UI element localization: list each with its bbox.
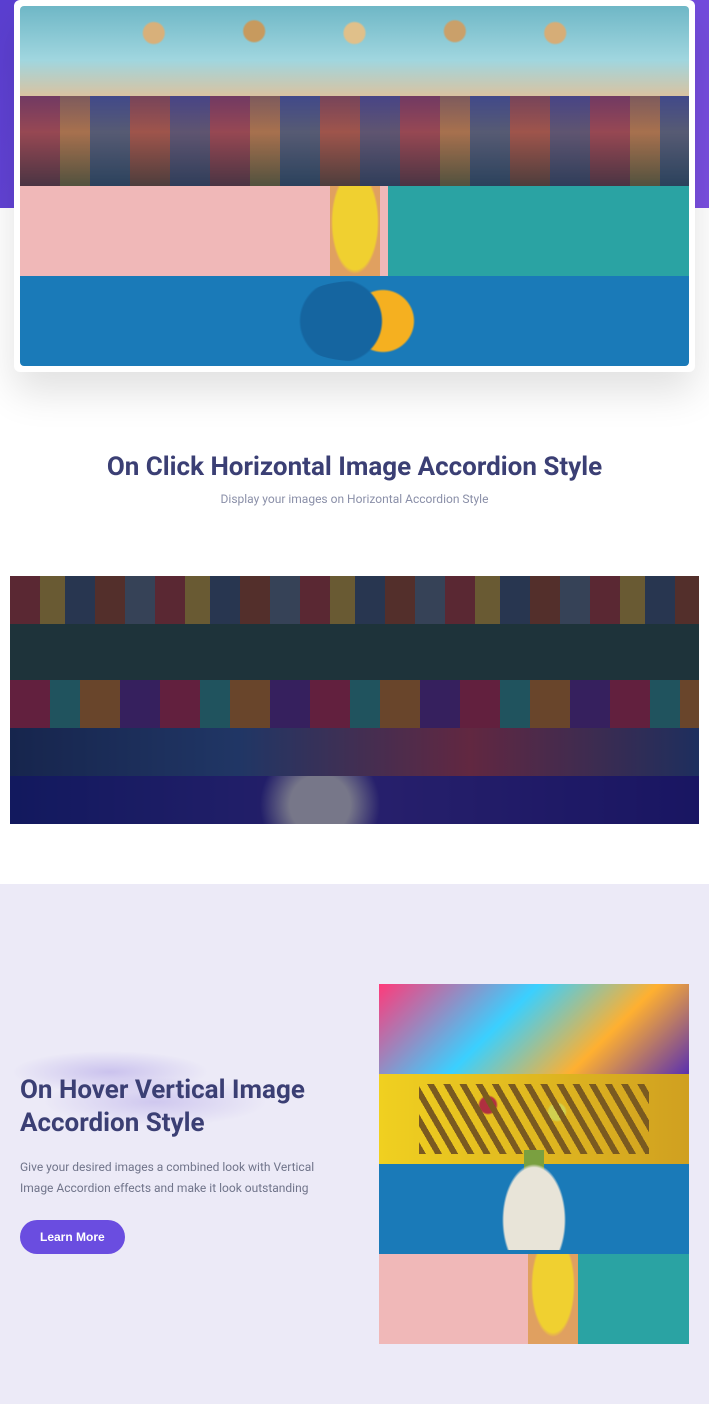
vertical-hover-accordion	[379, 984, 689, 1344]
accordion-row-neon-portrait[interactable]	[379, 984, 689, 1074]
accordion-row-wall-cup[interactable]	[20, 186, 689, 276]
section-horizontal-header: On Click Horizontal Image Accordion Styl…	[0, 372, 709, 546]
section-vertical-content: On Hover Vertical Image Accordion Style …	[20, 1074, 339, 1254]
accordion-row-blue-pineapple[interactable]	[379, 1164, 689, 1254]
section-horizontal-subtitle: Display your images on Horizontal Accord…	[20, 492, 689, 506]
accordion-row-city[interactable]	[20, 96, 689, 186]
accordion-row-city-2[interactable]	[10, 576, 699, 624]
horizontal-click-accordion	[10, 576, 699, 824]
accordion-row-dark-green[interactable]	[10, 624, 699, 680]
accordion-row-graffiti[interactable]	[10, 680, 699, 728]
section-vertical-description: Give your desired images a combined look…	[20, 1157, 339, 1198]
hero-accordion-card	[14, 0, 695, 372]
section-vertical-hover: On Hover Vertical Image Accordion Style …	[0, 884, 709, 1404]
section-horizontal-title: On Click Horizontal Image Accordion Styl…	[20, 452, 689, 482]
accordion-row-blue-fruit[interactable]	[20, 276, 689, 366]
learn-more-button[interactable]: Learn More	[20, 1220, 125, 1254]
accordion-row-anime-mural[interactable]	[10, 728, 699, 776]
section-vertical-title: On Hover Vertical Image Accordion Style	[20, 1074, 339, 1139]
hero-accordion	[20, 6, 689, 366]
accordion-row-wall-cup-2[interactable]	[379, 1254, 689, 1344]
accordion-row-beach[interactable]	[20, 6, 689, 96]
accordion-row-stage-lights[interactable]	[10, 776, 699, 824]
